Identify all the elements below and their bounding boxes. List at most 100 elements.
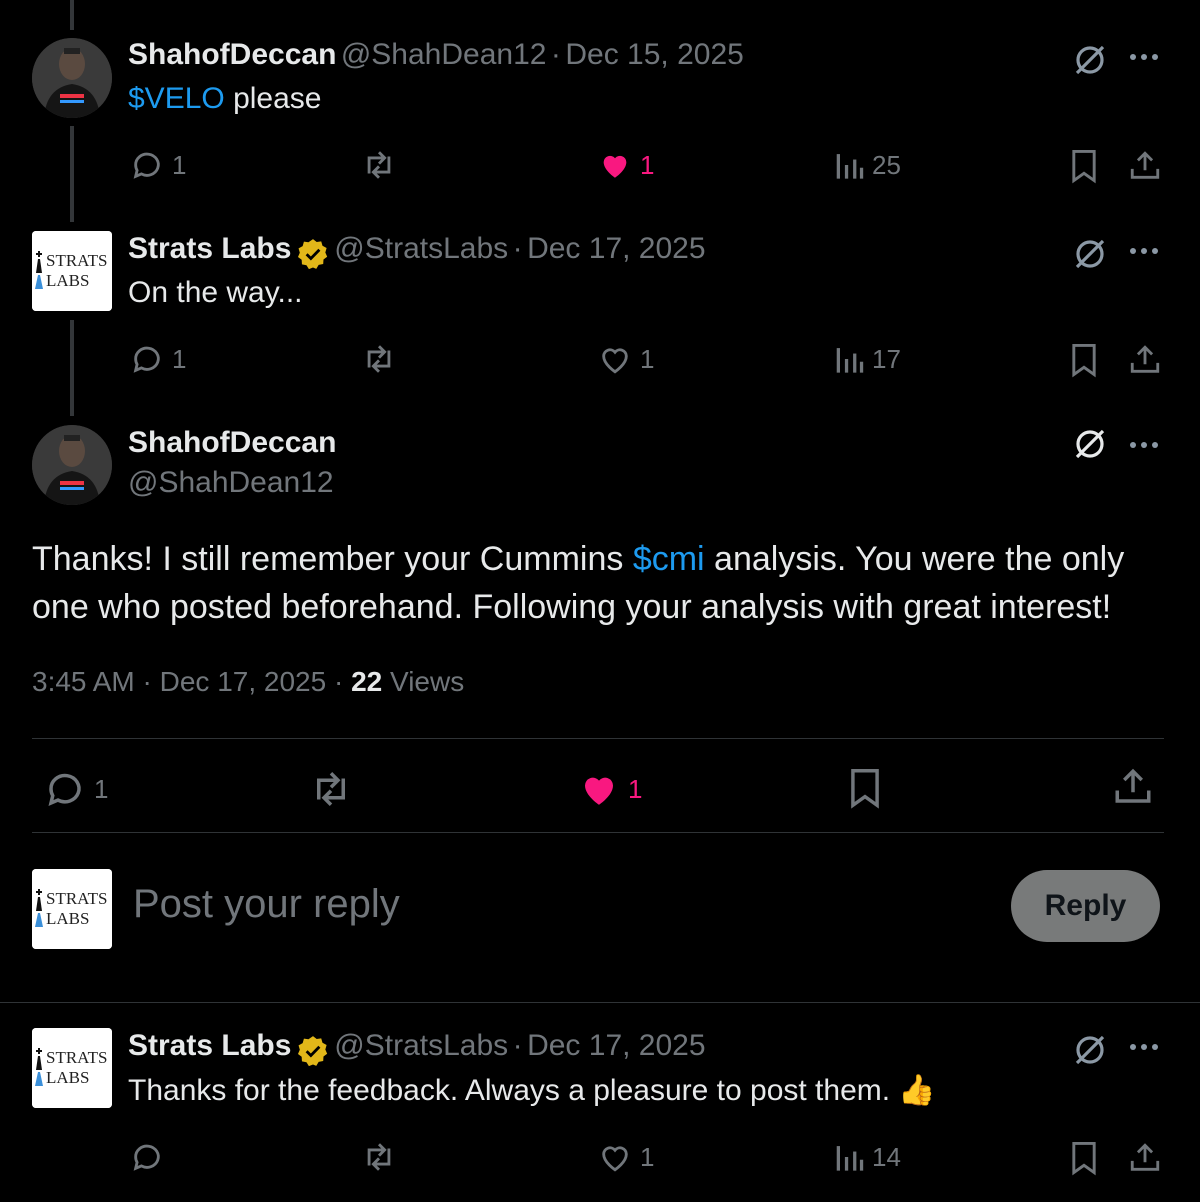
display-name[interactable]: Strats Labs [128, 232, 291, 265]
post-date[interactable]: Dec 17, 2025 [527, 232, 705, 265]
separator: · [512, 232, 523, 265]
separator: · [550, 38, 561, 71]
reply-icon [133, 152, 160, 179]
separator: · [512, 1029, 523, 1062]
tweet-text: $VELO please [128, 82, 321, 116]
separator: · [142, 666, 152, 697]
logo-line2: LABS [46, 909, 90, 928]
divider [32, 738, 1164, 739]
like-icon [585, 777, 613, 805]
post-date[interactable]: Dec 17, 2025 [160, 666, 327, 697]
reply-button[interactable]: 1 [130, 342, 186, 376]
thread-line-top [70, 0, 74, 30]
verified-badge-icon[interactable] [296, 237, 330, 271]
views-count: 25 [872, 149, 901, 180]
grok-icon[interactable] [1072, 236, 1108, 272]
more-icon[interactable] [1128, 50, 1160, 64]
views-button[interactable]: 25 [834, 148, 901, 182]
logo-line2: LABS [46, 1068, 90, 1087]
handle[interactable]: @StratsLabs [334, 1029, 508, 1062]
display-name[interactable]: ShahofDeccan [128, 426, 336, 460]
bookmark-icon[interactable] [1068, 148, 1100, 184]
reply-icon [133, 1144, 160, 1171]
stratslabs-logo[interactable]: STRATS LABS [32, 869, 112, 949]
like-button[interactable]: 1 [598, 342, 654, 376]
handle[interactable]: @ShahDean12 [341, 38, 547, 71]
reply-icon [133, 346, 160, 373]
like-button[interactable]: 1 [598, 1140, 654, 1174]
like-count: 1 [640, 149, 655, 180]
share-icon[interactable] [1128, 342, 1162, 378]
repost-button[interactable] [360, 342, 398, 376]
views-count: 22 [351, 666, 383, 697]
separator: · [333, 666, 344, 697]
more-icon[interactable] [1128, 1040, 1160, 1054]
views-button[interactable]: 17 [834, 342, 901, 376]
post-date[interactable]: Dec 15, 2025 [565, 38, 743, 71]
cashtag-link[interactable]: $cmi [633, 540, 705, 578]
views-icon [836, 1146, 864, 1171]
thread-line-1 [70, 126, 74, 222]
display-name[interactable]: ShahofDeccan [128, 38, 336, 71]
grok-icon[interactable] [1072, 42, 1108, 78]
reply-count: 1 [172, 343, 187, 374]
views-button[interactable]: 14 [834, 1140, 901, 1174]
share-icon[interactable] [1112, 766, 1154, 808]
views-label: Views [390, 666, 465, 697]
reply-input[interactable]: Post your reply [133, 882, 400, 927]
tweet-text-rest: please [224, 82, 322, 115]
like-button[interactable]: 1 [598, 148, 654, 182]
views-icon [836, 154, 864, 179]
post-time[interactable]: 3:45 AM [32, 666, 135, 697]
reply-button[interactable]: 1 [130, 148, 186, 182]
repost-icon [317, 772, 345, 806]
post-date[interactable]: Dec 17, 2025 [527, 1029, 705, 1062]
reply-button[interactable] [130, 1140, 164, 1174]
views-count: 14 [872, 1141, 901, 1172]
post-metadata: 3:45 AM · Dec 17, 2025 · 22 Views [32, 666, 464, 698]
reply-icon [48, 773, 81, 806]
handle[interactable]: @StratsLabs [334, 232, 508, 265]
like-icon [602, 348, 628, 374]
reply-button[interactable]: 1 [44, 768, 108, 810]
verified-badge-icon[interactable] [296, 1034, 330, 1068]
like-count: 1 [628, 773, 643, 804]
more-icon[interactable] [1128, 438, 1160, 452]
avatar-shahofdeccan[interactable] [32, 425, 112, 505]
reply-count: 1 [172, 149, 187, 180]
stratslabs-logo[interactable]: STRATS LABS [32, 231, 112, 311]
views-icon [836, 348, 864, 373]
repost-icon [367, 1143, 391, 1171]
like-icon [602, 1146, 628, 1172]
like-button[interactable]: 1 [578, 768, 642, 810]
divider [0, 1002, 1200, 1003]
stratslabs-logo[interactable]: STRATS LABS [32, 1028, 112, 1108]
thread-line-2 [70, 320, 74, 416]
handle[interactable]: @ShahDean12 [128, 466, 334, 500]
tweet-text: On the way... [128, 276, 303, 309]
grok-icon[interactable] [1072, 426, 1108, 462]
bookmark-icon[interactable] [1068, 1140, 1100, 1176]
share-icon[interactable] [1128, 1140, 1162, 1176]
share-icon[interactable] [1128, 148, 1162, 184]
display-name[interactable]: Strats Labs [128, 1029, 291, 1062]
grok-icon[interactable] [1072, 1032, 1108, 1068]
logo-line2: LABS [46, 271, 90, 290]
bookmark-icon[interactable] [846, 766, 884, 810]
cashtag-link[interactable]: $VELO [128, 82, 225, 115]
reply-submit-button[interactable]: Reply [1011, 870, 1160, 942]
more-icon[interactable] [1128, 244, 1160, 258]
main-tweet-text: Thanks! I still remember your Cummins $c… [32, 535, 1172, 631]
views-count: 17 [872, 343, 901, 374]
logo-line1: STRATS [46, 889, 108, 908]
avatar-shahofdeccan[interactable] [32, 38, 112, 118]
bookmark-icon[interactable] [1068, 342, 1100, 378]
like-count: 1 [640, 1141, 655, 1172]
repost-button[interactable] [360, 148, 398, 182]
logo-line1: STRATS [46, 251, 108, 270]
repost-icon [367, 345, 391, 373]
repost-button[interactable] [308, 768, 354, 810]
logo-line1: STRATS [46, 1048, 108, 1067]
repost-button[interactable] [360, 1140, 398, 1174]
text-before: Thanks! I still remember your Cummins [32, 540, 633, 578]
